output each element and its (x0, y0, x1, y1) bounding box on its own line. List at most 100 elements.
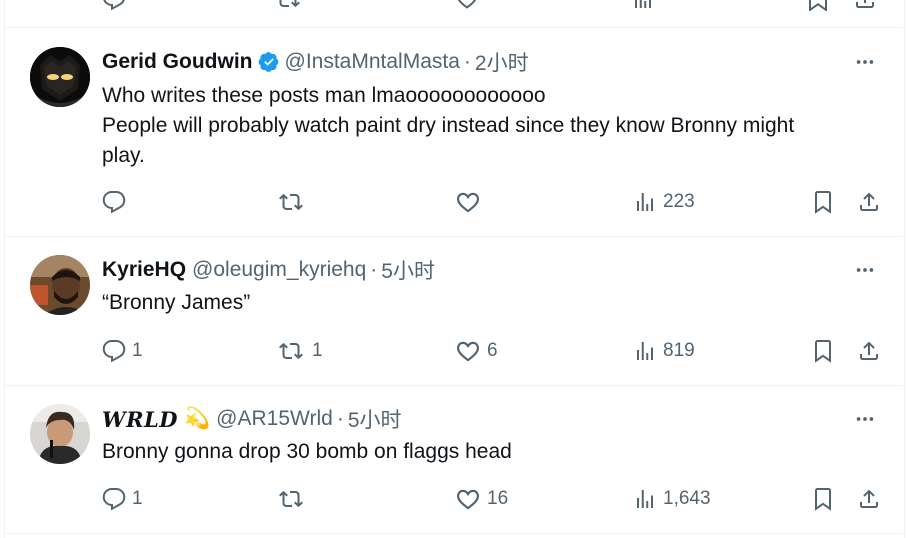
repost-icon (279, 342, 303, 360)
timestamp[interactable]: 5小时 (348, 404, 402, 434)
timestamp[interactable]: 2小时 (475, 47, 529, 77)
reply-icon (102, 191, 126, 214)
views-icon (635, 0, 651, 8)
views-button[interactable]: 819 (633, 336, 695, 366)
repost-count: 1 (312, 340, 323, 361)
tweet-text: Who writes these posts man lmaoooooooooo… (102, 81, 882, 171)
bookmark-button[interactable] (811, 336, 835, 366)
tweet-header: Gerid Goudwin @InstaMntalMasta · 2小时 (102, 49, 529, 75)
avatar-image (30, 404, 90, 464)
reply-count: 1 (132, 340, 143, 361)
reply-button[interactable]: 1 (102, 484, 143, 514)
tweet-1[interactable]: Gerid Goudwin @InstaMntalMasta · 2小时 Who… (5, 28, 903, 236)
tweet-text-line: Bronny gonna drop 30 bomb on flaggs head (102, 440, 512, 463)
tweet-text-line: play. (102, 144, 145, 167)
share-button[interactable] (857, 484, 881, 514)
tweet-actions: 1 16 1,643 (102, 484, 888, 514)
tweet-2[interactable]: KyrieHQ @oleugim_kyriehq · 5小时 “Bronny J… (5, 237, 903, 385)
like-button[interactable]: 16 (455, 484, 508, 514)
bookmark-button[interactable] (806, 0, 830, 14)
repost-button[interactable] (276, 0, 300, 14)
avatar-image (30, 255, 90, 315)
bookmark-button[interactable] (811, 484, 835, 514)
repost-icon (279, 193, 303, 211)
tweet-header: WRLD 💫 @AR15Wrld · 5小时 (102, 404, 402, 434)
share-icon (860, 341, 878, 360)
like-count: 6 (487, 340, 498, 361)
share-icon (856, 0, 874, 8)
like-button[interactable] (455, 0, 479, 14)
views-count: 819 (663, 340, 695, 361)
tweet-actions: 223 (102, 187, 888, 217)
like-count: 16 (487, 488, 509, 509)
repost-icon (279, 490, 303, 508)
previous-tweet-actions (102, 0, 888, 14)
bookmark-icon (815, 488, 831, 511)
tweet-header: KyrieHQ @oleugim_kyriehq · 5小时 (102, 257, 435, 283)
display-name[interactable]: Gerid Goudwin (102, 50, 253, 74)
tweet-text-line: “Bronny James” (102, 291, 251, 314)
avatar[interactable] (30, 404, 90, 464)
views-count: 223 (663, 191, 695, 212)
tweet-actions: 1 1 6 819 (102, 336, 888, 366)
name-emoji: 💫 (184, 407, 211, 430)
separator-dot: · (463, 50, 471, 73)
tweet-3[interactable]: WRLD 💫 @AR15Wrld · 5小时 Bronny gonna drop… (5, 386, 903, 534)
repost-button[interactable]: 1 (276, 336, 323, 366)
display-name[interactable]: WRLD (102, 407, 178, 432)
repost-button[interactable] (276, 484, 312, 514)
repost-button[interactable] (276, 187, 312, 217)
like-icon (457, 0, 477, 9)
divider (5, 533, 903, 534)
like-icon (457, 489, 479, 510)
handle[interactable]: @InstaMntalMasta (285, 50, 460, 74)
views-icon (637, 342, 653, 360)
views-button[interactable]: 223 (633, 187, 695, 217)
share-icon (860, 489, 878, 508)
share-button[interactable] (853, 0, 877, 14)
avatar[interactable] (30, 255, 90, 315)
share-button[interactable] (857, 336, 881, 366)
share-button[interactable] (857, 187, 881, 217)
views-icon (637, 193, 653, 211)
views-button[interactable] (631, 0, 655, 14)
reply-button[interactable] (102, 0, 126, 14)
views-count: 1,643 (663, 488, 711, 509)
handle[interactable]: @oleugim_kyriehq (192, 258, 366, 282)
display-name[interactable]: KyrieHQ (102, 258, 186, 282)
like-button[interactable] (455, 187, 487, 217)
more-button[interactable] (852, 257, 878, 283)
reply-button[interactable]: 1 (102, 336, 143, 366)
tweet-text: Bronny gonna drop 30 bomb on flaggs head (102, 437, 882, 467)
bookmark-icon (815, 191, 831, 214)
tweet-text-line: Who writes these posts man lmaoooooooooo… (102, 84, 546, 107)
verified-badge-icon (258, 51, 280, 73)
bookmark-icon (809, 0, 827, 11)
reply-icon (103, 0, 125, 11)
views-icon (637, 490, 653, 508)
more-icon (856, 417, 874, 421)
like-icon (457, 192, 479, 213)
bookmark-icon (815, 340, 831, 363)
repost-icon (279, 0, 300, 8)
reply-icon (102, 340, 126, 363)
like-icon (457, 341, 479, 362)
share-icon (860, 192, 878, 211)
more-icon (856, 60, 874, 64)
bookmark-button[interactable] (811, 187, 835, 217)
more-button[interactable] (852, 406, 878, 432)
separator-dot: · (370, 258, 378, 281)
more-button[interactable] (852, 49, 878, 75)
reply-icon (102, 488, 126, 511)
like-button[interactable]: 6 (455, 336, 498, 366)
tweet-text: “Bronny James” (102, 288, 882, 318)
separator-dot: · (336, 407, 344, 430)
reply-button[interactable] (102, 187, 132, 217)
more-icon (856, 268, 874, 272)
avatar[interactable] (30, 47, 90, 107)
tweet-text-line: People will probably watch paint dry ins… (102, 114, 795, 137)
timestamp[interactable]: 5小时 (381, 255, 435, 285)
views-button[interactable]: 1,643 (633, 484, 711, 514)
reply-count: 1 (132, 488, 143, 509)
handle[interactable]: @AR15Wrld (216, 407, 333, 431)
